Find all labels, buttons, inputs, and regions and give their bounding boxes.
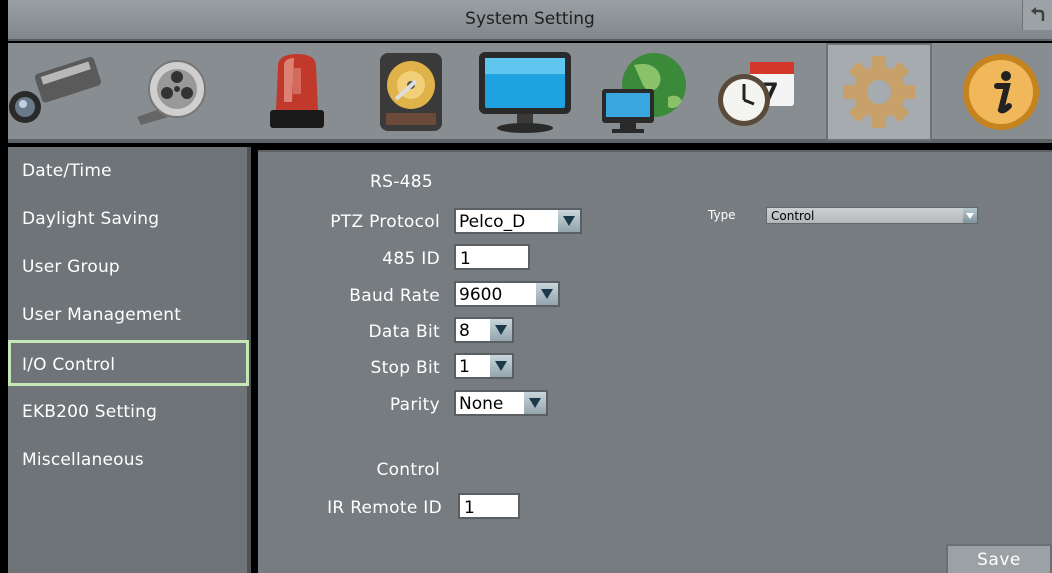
toolbar-info[interactable] <box>948 43 1052 141</box>
parity-select[interactable]: None <box>454 390 548 416</box>
chevron-down-icon <box>522 392 546 414</box>
chevron-down-icon <box>488 319 512 341</box>
monitor-icon <box>479 52 571 133</box>
data-bit-value: 8 <box>459 321 470 341</box>
control-heading: Control <box>376 460 440 480</box>
ir-remote-id-input[interactable]: 1 <box>458 493 520 519</box>
camera-icon <box>9 57 102 123</box>
sidebar-item-ekb200-setting[interactable]: EKB200 Setting <box>8 388 249 432</box>
save-button[interactable]: Save <box>946 544 1052 573</box>
gear-icon <box>843 56 915 128</box>
settings-panel: RS-485 PTZ Protocol Pelco_D Type Control… <box>258 150 1052 573</box>
data-bit-select[interactable]: 8 <box>454 317 514 343</box>
sidebar-item-user-group[interactable]: User Group <box>8 243 249 287</box>
toolbar-alarm[interactable] <box>244 43 350 141</box>
stop-bit-label: Stop Bit <box>370 358 440 378</box>
toolbar-storage[interactable] <box>358 43 464 141</box>
schedule-clock-icon: 7 <box>718 62 794 126</box>
stop-bit-select[interactable]: 1 <box>454 353 514 379</box>
sidebar-item-date-time[interactable]: Date/Time <box>8 147 249 191</box>
ptz-protocol-label: PTZ Protocol <box>330 212 440 232</box>
toolbar-schedule[interactable]: 7 <box>704 43 810 141</box>
rs485-heading: RS-485 <box>370 172 433 192</box>
toolbar-camera[interactable] <box>4 43 110 141</box>
title-bar: System Setting <box>8 0 1052 41</box>
stop-bit-value: 1 <box>459 357 470 377</box>
parity-label: Parity <box>389 395 440 415</box>
sidebar: Date/Time Daylight Saving User Group Use… <box>8 147 251 573</box>
chevron-down-icon <box>534 283 558 305</box>
window-title: System Setting <box>465 9 595 29</box>
back-button[interactable] <box>1022 0 1052 30</box>
toolbar-playback[interactable] <box>118 43 224 141</box>
sidebar-item-miscellaneous[interactable]: Miscellaneous <box>8 436 249 480</box>
485-id-input[interactable]: 1 <box>454 244 530 270</box>
main-toolbar: 7 <box>8 43 1052 143</box>
ptz-protocol-select[interactable]: Pelco_D <box>454 208 582 234</box>
sidebar-item-daylight-saving[interactable]: Daylight Saving <box>8 195 249 239</box>
toolbar-system-setting[interactable] <box>826 43 932 141</box>
type-value: Control <box>771 209 815 223</box>
sidebar-item-io-control[interactable]: I/O Control <box>8 340 249 386</box>
film-reel-icon <box>137 60 206 125</box>
ptz-protocol-value: Pelco_D <box>459 212 526 232</box>
toolbar-network[interactable] <box>590 43 696 141</box>
baud-rate-select[interactable]: 9600 <box>454 281 560 307</box>
chevron-down-icon <box>488 355 512 377</box>
data-bit-label: Data Bit <box>368 322 440 342</box>
485-id-label: 485 ID <box>382 249 440 269</box>
hard-drive-icon <box>380 53 442 131</box>
baud-rate-value: 9600 <box>459 285 503 305</box>
chevron-down-icon <box>556 210 580 232</box>
ir-remote-id-label: IR Remote ID <box>327 498 442 518</box>
type-select[interactable]: Control <box>766 207 978 224</box>
baud-rate-label: Baud Rate <box>349 286 440 306</box>
back-arrow-icon <box>1030 7 1044 21</box>
info-icon <box>963 54 1039 130</box>
parity-value: None <box>459 394 504 414</box>
sidebar-item-user-management[interactable]: User Management <box>8 291 249 335</box>
toolbar-display[interactable] <box>472 43 578 141</box>
alarm-light-icon <box>270 54 324 128</box>
chevron-down-icon <box>963 208 977 223</box>
network-globe-icon <box>602 53 686 133</box>
type-label: Type <box>708 208 736 222</box>
